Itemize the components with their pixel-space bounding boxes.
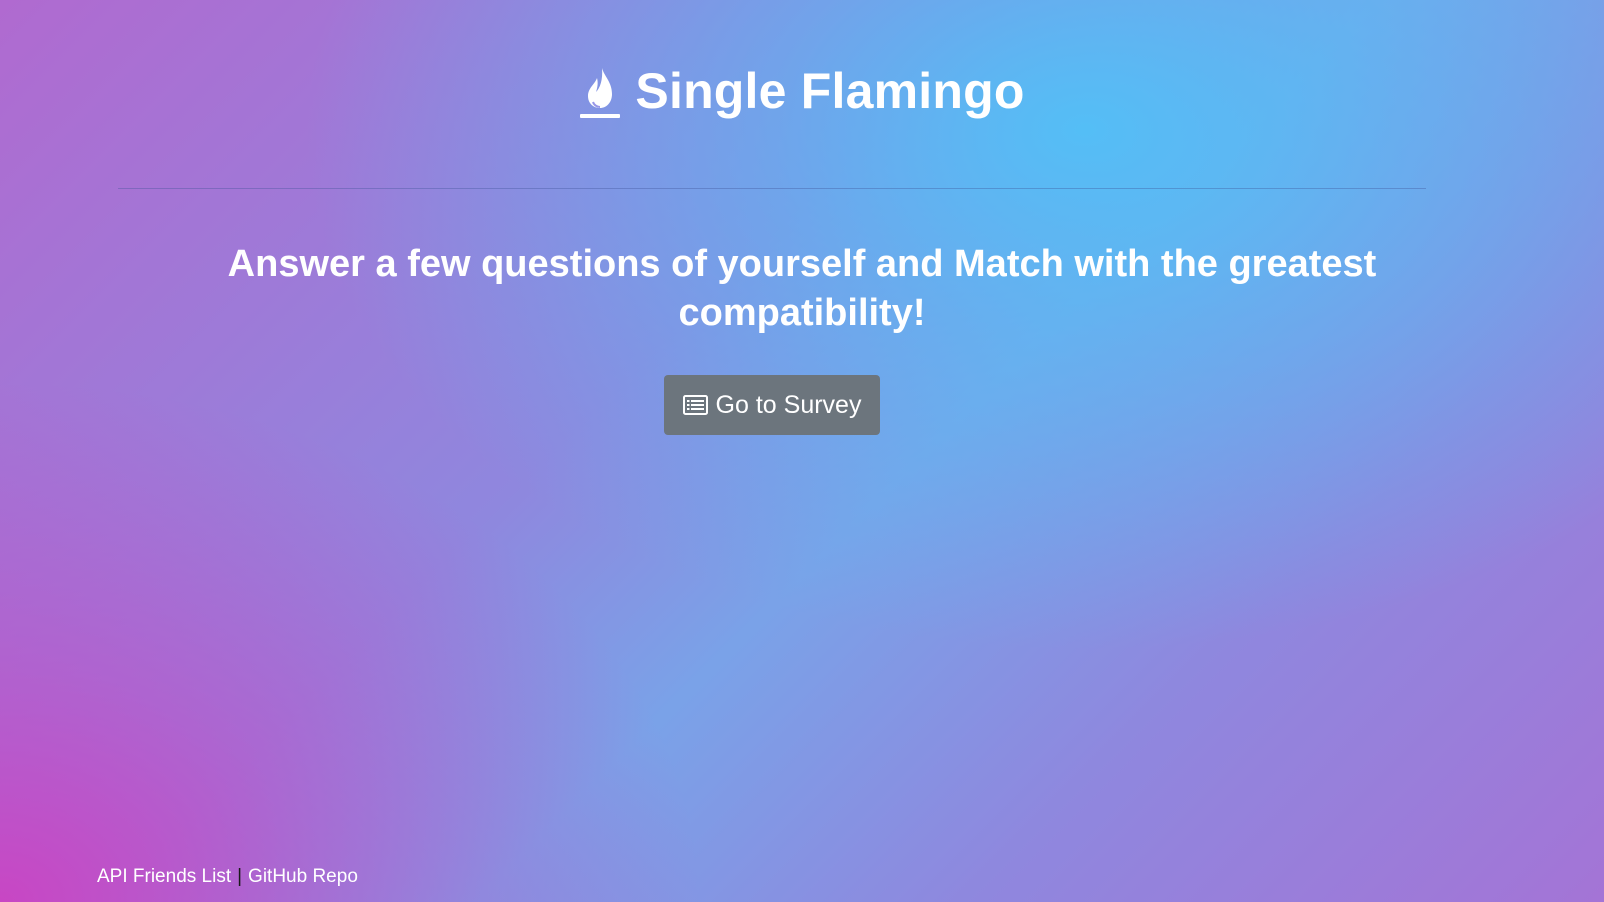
flame-icon — [580, 68, 621, 118]
go-to-survey-button[interactable]: Go to Survey — [664, 375, 880, 435]
footer: API Friends List | GitHub Repo — [97, 866, 358, 888]
header-divider — [118, 188, 1426, 189]
list-icon — [682, 395, 708, 415]
site-header: Single Flamingo — [0, 62, 1604, 120]
tagline: Answer a few questions of yourself and M… — [227, 243, 1377, 334]
api-friends-list-link[interactable]: API Friends List — [97, 866, 231, 888]
footer-separator: | — [237, 866, 243, 887]
app-title: Single Flamingo — [635, 63, 1025, 119]
go-to-survey-label: Go to Survey — [715, 390, 862, 419]
github-repo-link[interactable]: GitHub Repo — [248, 866, 358, 888]
